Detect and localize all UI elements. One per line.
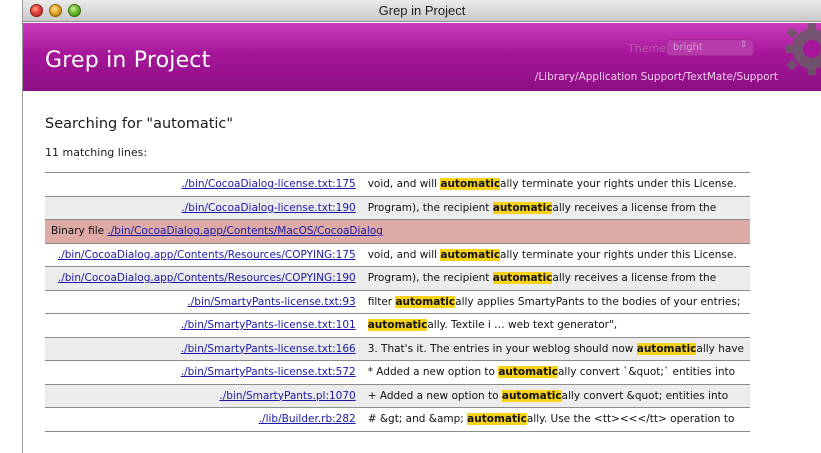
match-line: * Added a new option to automatically co… — [362, 361, 750, 385]
match-highlight: automatic — [498, 366, 558, 379]
file-cell: ./lib/Builder.rb:282 — [45, 408, 362, 432]
match-suffix: ally convert &quot; entities into — [561, 389, 729, 402]
match-highlight: automatic — [467, 413, 527, 426]
match-line: filter automatically applies SmartyPants… — [362, 290, 750, 314]
file-link[interactable]: ./bin/SmartyPants-license.txt:93 — [187, 296, 355, 308]
file-link[interactable]: ./bin/CocoaDialog.app/Contents/Resources… — [58, 272, 356, 284]
match-suffix: ally receives a license from the — [552, 201, 717, 214]
select-arrows-icon: ⇕ — [739, 40, 747, 50]
result-row: ./bin/SmartyPants-license.txt:93 filter a… — [45, 290, 750, 314]
file-link[interactable]: ./bin/CocoaDialog-license.txt:175 — [181, 178, 355, 190]
match-line: Program), the recipient automatically re… — [361, 196, 750, 220]
support-path: /Library/Application Support/TextMate/Su… — [534, 71, 778, 83]
window-title: Grep in Project — [378, 3, 466, 18]
match-highlight: automatic — [501, 389, 562, 402]
result-row: ./bin/SmartyPants-license.txt:572 * Added… — [45, 360, 750, 385]
results-table: ./bin/CocoaDialog-license.txt:175 void, a… — [45, 172, 750, 432]
file-cell: ./bin/SmartyPants-license.txt:572 — [45, 361, 362, 385]
match-suffix: ally. Use the <tt><<</tt> operation to — [526, 413, 735, 426]
result-row: ./bin/CocoaDialog-license.txt:175 void, a… — [45, 172, 750, 197]
file-cell: ./bin/SmartyPants.pl:1070 — [45, 384, 362, 408]
binary-file-label: Binary file — [51, 225, 108, 238]
file-cell: ./bin/SmartyPants-license.txt:101 — [45, 314, 362, 338]
result-row: ./bin/SmartyPants-license.txt:101 automat… — [45, 313, 750, 338]
match-prefix: void, and will — [367, 248, 441, 261]
file-cell: ./bin/SmartyPants-license.txt:166 — [45, 337, 362, 361]
file-cell: ./bin/CocoaDialog-license.txt:175 — [45, 173, 362, 197]
result-row: Binary file ./bin/CocoaDialog.app/Conten… — [45, 219, 750, 243]
result-row: ./bin/SmartyPants-license.txt:166 3. That… — [45, 337, 750, 361]
gear-icon — [786, 23, 821, 75]
file-link[interactable]: ./bin/SmartyPants-license.txt:166 — [181, 343, 356, 355]
result-row: ./bin/CocoaDialog.app/Contents/Resources… — [45, 243, 750, 267]
file-link[interactable]: ./bin/SmartyPants.pl:1070 — [219, 390, 355, 402]
match-highlight: automatic — [395, 295, 456, 308]
result-row: ./bin/CocoaDialog-license.txt:190 Program… — [45, 196, 750, 220]
match-highlight: automatic — [492, 201, 553, 214]
theme-select-value: bright — [673, 42, 703, 53]
binary-file-link[interactable]: ./bin/CocoaDialog.app/Contents/MacOS/Coc… — [107, 225, 382, 237]
file-cell: ./bin/CocoaDialog-license.txt:190 — [45, 196, 362, 220]
match-prefix: # &gt; and &amp; — [367, 413, 468, 426]
match-suffix: ally convert `&quot;` entities into — [557, 366, 736, 379]
theme-select[interactable]: bright ⇕ — [666, 39, 754, 56]
match-line: void, and will automatically terminate y… — [362, 173, 750, 197]
match-suffix: ally. Textile i … web text generator", — [427, 319, 618, 332]
match-highlight: automatic — [636, 342, 697, 355]
match-suffix: ally receives a license from the — [552, 272, 717, 285]
match-line: # &gt; and &amp; automatically. Use the … — [362, 408, 750, 432]
file-cell: ./bin/CocoaDialog.app/Contents/Resources… — [45, 266, 362, 290]
match-line: 3. That's it. The entries in your weblog… — [361, 337, 750, 361]
match-highlight: automatic — [367, 319, 428, 332]
match-highlight: automatic — [492, 272, 553, 285]
search-heading: Searching for "automatic" — [45, 116, 234, 132]
match-suffix: ally terminate your rights under this Li… — [500, 178, 737, 191]
header-banner: Grep in Project Theme: bright ⇕ /Library… — [23, 23, 821, 91]
result-row: ./bin/SmartyPants.pl:1070 + Added a new o… — [45, 384, 750, 408]
match-suffix: ally applies SmartyPants to the bodies o… — [455, 295, 741, 308]
match-prefix: filter — [367, 295, 396, 308]
match-highlight: automatic — [440, 248, 501, 261]
page-title: Grep in Project — [45, 48, 211, 73]
file-link[interactable]: ./bin/CocoaDialog-license.txt:190 — [181, 202, 355, 214]
match-prefix: * Added a new option to — [367, 366, 499, 379]
result-row: ./bin/CocoaDialog.app/Contents/Resources… — [45, 266, 750, 290]
match-line: Program), the recipient automatically re… — [361, 266, 750, 290]
match-highlight: automatic — [440, 178, 501, 191]
match-suffix: ally terminate your rights under this Li… — [500, 248, 737, 261]
binary-file-cell: Binary file ./bin/CocoaDialog.app/Conten… — [45, 219, 750, 243]
match-line: + Added a new option to automatically co… — [361, 384, 750, 408]
match-prefix: Program), the recipient — [367, 272, 493, 285]
title-bar: Grep in Project — [23, 0, 821, 22]
match-count: 11 matching lines: — [45, 146, 148, 159]
match-prefix: + Added a new option to — [367, 389, 502, 402]
result-row: ./lib/Builder.rb:282 # &gt; and &amp; aut… — [45, 407, 750, 432]
match-prefix: 3. That's it. The entries in your weblog… — [367, 342, 637, 355]
file-link[interactable]: ./bin/CocoaDialog.app/Contents/Resources… — [58, 249, 356, 261]
match-prefix: void, and will — [367, 178, 441, 191]
file-link[interactable]: ./bin/SmartyPants-license.txt:572 — [181, 366, 356, 378]
theme-label: Theme: — [628, 42, 670, 55]
match-line: automatically. Textile i … web text gene… — [362, 314, 750, 338]
file-link[interactable]: ./lib/Builder.rb:282 — [259, 413, 356, 425]
file-cell: ./bin/SmartyPants-license.txt:93 — [45, 290, 362, 314]
file-cell: ./bin/CocoaDialog.app/Contents/Resources… — [45, 243, 362, 267]
match-line: void, and will automatically terminate y… — [362, 243, 750, 267]
file-link[interactable]: ./bin/SmartyPants-license.txt:101 — [181, 319, 356, 331]
grep-window: Grep in Project Grep in Project Theme: b… — [22, 0, 821, 453]
match-suffix: ally have — [696, 342, 744, 355]
match-prefix: Program), the recipient — [367, 201, 493, 214]
